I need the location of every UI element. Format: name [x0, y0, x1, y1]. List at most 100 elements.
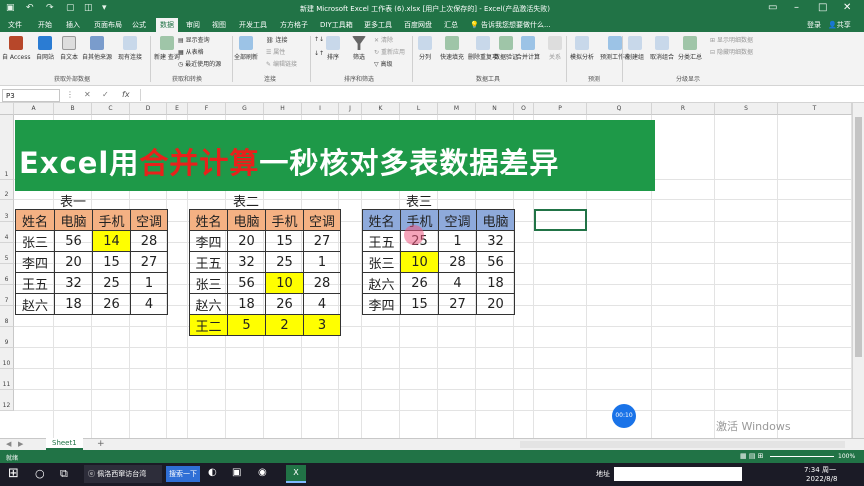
column-header[interactable]: G	[226, 103, 264, 115]
subtotal-button[interactable]: 分类汇总	[678, 36, 702, 61]
consolidate-button[interactable]: 合并计算	[516, 36, 540, 61]
tab-ffcell[interactable]: 方方格子	[280, 20, 308, 30]
undo-icon[interactable]: ↶	[26, 3, 34, 13]
sort-button[interactable]: 排序	[326, 36, 340, 61]
taskbar-excel-icon[interactable]: X	[286, 465, 306, 483]
sort-asc-button[interactable]: ↑↓	[314, 36, 324, 43]
table-cell[interactable]: 赵六	[189, 293, 228, 315]
table-cell[interactable]: 32	[227, 251, 266, 273]
column-header[interactable]: S	[715, 103, 778, 115]
table-cell[interactable]: 56	[54, 230, 93, 252]
row-header[interactable]: 7	[0, 285, 14, 306]
table-header-cell[interactable]: 电脑	[476, 209, 515, 231]
row-header[interactable]: 5	[0, 243, 14, 264]
table-cell[interactable]: 18	[476, 272, 515, 294]
row-header[interactable]: 10	[0, 348, 14, 369]
column-header[interactable]: R	[652, 103, 715, 115]
tab-summary[interactable]: 汇总	[444, 20, 458, 30]
column-header[interactable]: M	[438, 103, 476, 115]
worksheet-grid[interactable]: ABCDEFGHIJKLMNOPQRST 1 2 3 4 5 6 7 8 9 10 11 12 Exc…	[0, 103, 852, 440]
save-icon[interactable]: ▣	[6, 3, 15, 13]
table-cell[interactable]: 15	[400, 293, 439, 315]
table-cell[interactable]: 1	[130, 272, 168, 294]
properties-button[interactable]: ☰ 属性	[266, 47, 285, 56]
zoom-slider[interactable]	[770, 456, 834, 457]
flash-fill-button[interactable]: 快速填充	[440, 36, 464, 61]
table-cell[interactable]: 李四	[362, 293, 401, 315]
table-cell[interactable]: 4	[130, 293, 168, 315]
tab-insert[interactable]: 插入	[66, 20, 80, 30]
active-cell-selection[interactable]	[534, 209, 587, 231]
table-cell[interactable]: 25	[92, 272, 131, 294]
row-header[interactable]: 6	[0, 264, 14, 285]
sheet-prev-icon[interactable]: ◀	[6, 440, 11, 448]
scroll-thumb[interactable]	[855, 117, 862, 357]
group-button[interactable]: 创建组	[626, 36, 644, 61]
table-header-cell[interactable]: 电脑	[54, 209, 93, 231]
formula-bar-options-icon[interactable]: ⋮	[66, 90, 74, 99]
table-header-cell[interactable]: 电脑	[227, 209, 266, 231]
address-bar[interactable]	[614, 467, 742, 481]
data-validation-button[interactable]: 数据验证	[494, 36, 518, 61]
task-view-icon[interactable]: ⧉	[60, 467, 68, 481]
table-cell[interactable]: 4	[303, 293, 341, 315]
column-header[interactable]: F	[188, 103, 226, 115]
column-header[interactable]: K	[362, 103, 400, 115]
column-header[interactable]: J	[339, 103, 362, 115]
table-cell[interactable]: 18	[227, 293, 266, 315]
table-cell[interactable]: 27	[303, 230, 341, 252]
column-header[interactable]: L	[400, 103, 438, 115]
login-link[interactable]: 登录	[807, 20, 821, 30]
table-cell[interactable]: 15	[92, 251, 131, 273]
tell-me-search[interactable]: 💡 告诉我您想要做什么...	[470, 20, 551, 30]
table-cell[interactable]: 王五	[15, 272, 55, 294]
table-cell[interactable]: 26	[265, 293, 304, 315]
row-header[interactable]: 11	[0, 369, 14, 390]
tab-diy[interactable]: DIY工具箱	[320, 20, 353, 30]
relationships-button[interactable]: 关系	[548, 36, 562, 61]
column-header[interactable]: Q	[587, 103, 652, 115]
from-table-button[interactable]: ▦ 从表格	[178, 47, 204, 56]
refresh-all-button[interactable]: 全部刷新	[234, 36, 258, 61]
customize-qat-icon[interactable]: ▾	[102, 3, 107, 13]
table-cell[interactable]: 王二	[189, 314, 228, 336]
table-cell[interactable]: 王五	[362, 230, 401, 252]
connections-button[interactable]: ⛓ 连接	[266, 35, 288, 44]
tab-page-layout[interactable]: 页面布局	[94, 20, 122, 30]
table-cell[interactable]: 2	[265, 314, 304, 336]
reapply-button[interactable]: ↻ 重新应用	[374, 47, 405, 56]
what-if-button[interactable]: 模拟分析	[570, 36, 594, 61]
table-cell[interactable]: 5	[227, 314, 266, 336]
table-cell[interactable]: 56	[227, 272, 266, 294]
taskbar-app-icon[interactable]: ◉	[258, 467, 267, 478]
existing-connections-button[interactable]: 现有连接	[118, 36, 142, 61]
horizontal-scrollbar[interactable]	[520, 441, 845, 448]
column-header[interactable]: B	[54, 103, 92, 115]
tab-baidu[interactable]: 百度网盘	[404, 20, 432, 30]
column-header[interactable]: H	[264, 103, 302, 115]
table-cell[interactable]: 10	[265, 272, 304, 294]
table-cell[interactable]: 20	[476, 293, 515, 315]
table-cell[interactable]: 王五	[189, 251, 228, 273]
sheet-tab-sheet1[interactable]: Sheet1	[46, 438, 83, 450]
from-web-button[interactable]: 自网站	[36, 36, 54, 61]
table-cell[interactable]: 李四	[15, 251, 55, 273]
taskbar-explorer-icon[interactable]: ▣	[232, 467, 241, 478]
row-header[interactable]: 2	[0, 180, 14, 200]
table-cell[interactable]: 26	[400, 272, 439, 294]
column-header[interactable]: E	[167, 103, 188, 115]
table-cell[interactable]: 28	[438, 251, 477, 273]
advanced-filter-button[interactable]: ▽ 高级	[374, 59, 393, 68]
share-button[interactable]: 👤共享	[828, 20, 851, 30]
clear-filter-button[interactable]: ✕ 清除	[374, 35, 393, 44]
recent-sources-button[interactable]: ◷ 最近使用的源	[178, 59, 221, 68]
table-header-cell[interactable]: 空调	[130, 209, 168, 231]
table-cell[interactable]: 赵六	[15, 293, 55, 315]
table-cell[interactable]: 27	[130, 251, 168, 273]
table-cell[interactable]: 3	[303, 314, 341, 336]
column-header[interactable]: O	[514, 103, 534, 115]
row-header[interactable]: 3	[0, 200, 14, 222]
column-header[interactable]: A	[14, 103, 54, 115]
vertical-scrollbar[interactable]	[852, 103, 864, 438]
windows-start-icon[interactable]: ⊞	[8, 466, 19, 481]
